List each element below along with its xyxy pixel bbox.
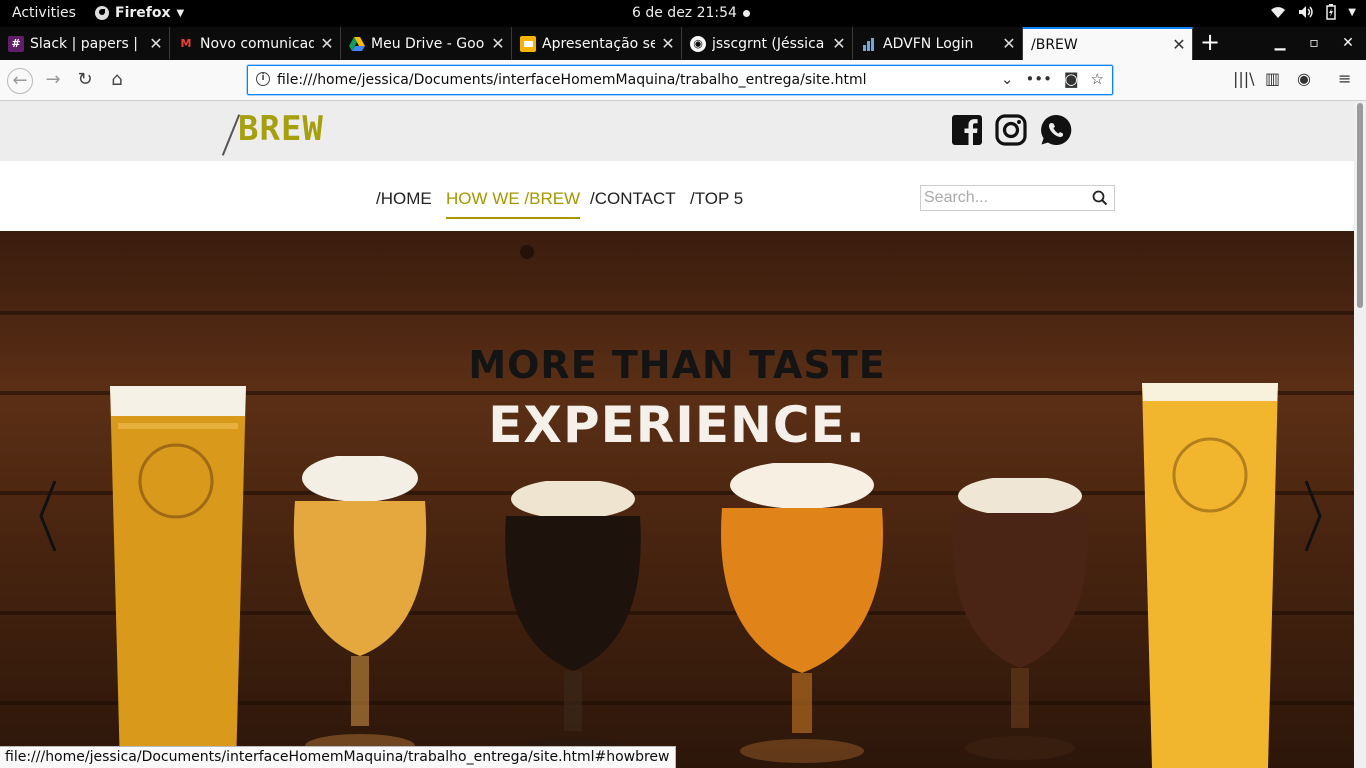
library-icon[interactable]: |||\ bbox=[1233, 69, 1255, 88]
system-top-bar: Activities Firefox ▼ 6 de dez 21:54 ▼ bbox=[0, 0, 1366, 27]
navigation-toolbar: ← → ↻ ⌂ i file:///home/jessica/Documents… bbox=[0, 60, 1366, 101]
page-actions-icon[interactable]: ••• bbox=[1025, 70, 1052, 88]
clock-label: 6 de dez 21:54 bbox=[632, 5, 737, 21]
close-tab-icon[interactable]: ✕ bbox=[320, 34, 334, 53]
carousel-prev-arrow-icon[interactable] bbox=[33, 476, 63, 556]
hero-carousel: MORE THAN TASTE EXPERIENCE. bbox=[0, 231, 1354, 768]
site-header: BREW bbox=[0, 101, 1354, 161]
status-bar: file:///home/jessica/Documents/interface… bbox=[0, 746, 676, 768]
advfn-icon bbox=[861, 36, 877, 52]
hero-subheadline: EXPERIENCE. bbox=[488, 396, 866, 454]
tab-google-drive[interactable]: Meu Drive - Goo ✕ bbox=[341, 27, 512, 60]
instagram-icon[interactable] bbox=[995, 114, 1027, 146]
close-tab-icon[interactable]: ✕ bbox=[149, 34, 163, 53]
tab-brew[interactable]: /BREW ✕ bbox=[1023, 27, 1193, 60]
tab-gmail[interactable]: M Novo comunicad ✕ bbox=[170, 27, 341, 60]
menu-item-contact[interactable]: /CONTACT bbox=[590, 189, 676, 209]
close-tab-icon[interactable]: ✕ bbox=[491, 34, 505, 53]
beer-glass-tulip-amber bbox=[721, 463, 883, 763]
wood-plank-line bbox=[0, 311, 1354, 315]
tab-strip: # Slack | papers | C ✕ M Novo comunicad … bbox=[0, 27, 1366, 60]
chevron-down-icon: ▼ bbox=[1348, 6, 1356, 18]
close-tab-icon[interactable]: ✕ bbox=[1002, 34, 1016, 53]
beer-glass-tulip-stout bbox=[505, 481, 641, 761]
whatsapp-icon[interactable] bbox=[1040, 114, 1072, 146]
minimize-button[interactable]: ▁ bbox=[1263, 27, 1297, 60]
tab-advfn[interactable]: ADVFN Login ✕ bbox=[853, 27, 1023, 60]
google-drive-icon bbox=[349, 36, 365, 52]
sidebar-icon[interactable]: ▥ bbox=[1265, 69, 1280, 88]
chevron-down-icon[interactable]: ⌄ bbox=[1001, 70, 1014, 88]
carousel-next-arrow-icon[interactable] bbox=[1298, 476, 1328, 556]
facebook-icon[interactable] bbox=[951, 114, 983, 146]
brew-logo[interactable]: BREW bbox=[221, 109, 324, 156]
tab-github[interactable]: ◉ jsscgrnt (Jéssica ✕ bbox=[682, 27, 853, 60]
volume-icon bbox=[1299, 6, 1314, 18]
tab-title: ADVFN Login bbox=[883, 35, 974, 52]
github-icon: ◉ bbox=[690, 35, 706, 52]
back-button[interactable]: ← bbox=[7, 68, 33, 94]
tab-slack[interactable]: # Slack | papers | C ✕ bbox=[0, 27, 170, 60]
reload-button[interactable]: ↻ bbox=[72, 68, 98, 94]
site-menu: /HOME HOW WE /BREW /CONTACT /TOP 5 bbox=[0, 161, 1354, 231]
search-icon[interactable] bbox=[1092, 190, 1108, 206]
hero-headline: MORE THAN TASTE bbox=[468, 343, 886, 387]
wood-knot bbox=[520, 245, 534, 259]
google-slides-icon bbox=[520, 35, 536, 52]
page-viewport: BREW /HOME HOW WE /BREW /CONTACT /TOP 5 bbox=[0, 101, 1366, 768]
search-box bbox=[920, 185, 1115, 211]
app-menu[interactable]: Firefox ▼ bbox=[95, 5, 184, 21]
notification-dot-icon bbox=[742, 9, 750, 17]
tab-title: Apresentação se bbox=[542, 35, 655, 52]
close-window-button[interactable]: ✕ bbox=[1331, 27, 1365, 60]
menu-item-top5[interactable]: /TOP 5 bbox=[690, 189, 743, 209]
maximize-button[interactable]: ▫ bbox=[1297, 27, 1331, 60]
url-bar[interactable]: i file:///home/jessica/Documents/interfa… bbox=[247, 65, 1113, 95]
pocket-icon[interactable]: ◙ bbox=[1064, 70, 1079, 88]
bookmark-star-icon[interactable]: ☆ bbox=[1091, 70, 1104, 88]
tab-google-slides[interactable]: Apresentação se ✕ bbox=[512, 27, 682, 60]
hamburger-menu-icon[interactable]: ≡ bbox=[1338, 69, 1351, 88]
system-tray[interactable]: ▼ bbox=[1270, 4, 1356, 20]
logo-text: BREW bbox=[238, 109, 324, 149]
new-tab-button[interactable]: + bbox=[1198, 27, 1222, 60]
menu-item-home[interactable]: /HOME bbox=[376, 189, 432, 209]
tab-title: jsscgrnt (Jéssica bbox=[712, 35, 825, 52]
tab-title: Slack | papers | C bbox=[30, 35, 143, 52]
caret-down-icon: ▼ bbox=[176, 7, 185, 19]
home-button[interactable]: ⌂ bbox=[104, 68, 130, 94]
slack-icon: # bbox=[8, 35, 24, 52]
gmail-icon: M bbox=[180, 37, 192, 50]
tab-title: Novo comunicad bbox=[200, 35, 314, 52]
url-text[interactable]: file:///home/jessica/Documents/interface… bbox=[277, 72, 866, 88]
search-input[interactable] bbox=[924, 187, 1084, 209]
clock[interactable]: 6 de dez 21:54 bbox=[632, 5, 750, 21]
app-menu-label: Firefox bbox=[115, 5, 171, 21]
battery-icon bbox=[1326, 4, 1337, 20]
activities-button[interactable]: Activities bbox=[12, 5, 76, 21]
tab-title: /BREW bbox=[1031, 36, 1078, 53]
site-info-icon[interactable]: i bbox=[256, 72, 270, 86]
firefox-icon bbox=[95, 6, 109, 20]
wifi-icon bbox=[1271, 7, 1286, 18]
close-tab-icon[interactable]: ✕ bbox=[1172, 35, 1186, 54]
beer-glass-tulip-gold bbox=[293, 456, 427, 758]
tab-title: Meu Drive - Goo bbox=[371, 35, 485, 52]
close-tab-icon[interactable]: ✕ bbox=[661, 34, 675, 53]
menu-item-how-we-brew[interactable]: HOW WE /BREW bbox=[446, 189, 581, 219]
forward-button[interactable]: → bbox=[40, 68, 66, 94]
scrollbar-thumb[interactable] bbox=[1357, 103, 1363, 308]
account-icon[interactable]: ◉ bbox=[1297, 69, 1311, 88]
beer-glass-tulip-brown bbox=[952, 478, 1088, 760]
page-scrollbar[interactable] bbox=[1354, 101, 1366, 768]
close-tab-icon[interactable]: ✕ bbox=[832, 34, 846, 53]
